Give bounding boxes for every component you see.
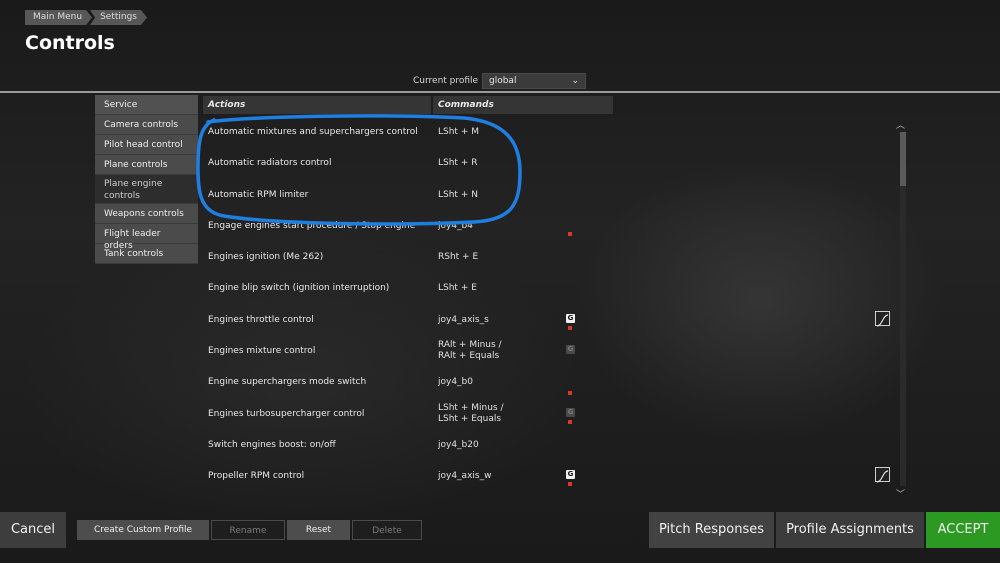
accept-button[interactable]: ACCEPT: [926, 512, 1000, 548]
cancel-button[interactable]: Cancel: [0, 512, 66, 548]
command-binding[interactable]: joy4_axis_w: [438, 471, 491, 482]
profile-select[interactable]: global ⌄: [482, 73, 586, 89]
command-binding[interactable]: joy4_b20: [438, 440, 479, 451]
breadcrumb: Main Menu Settings: [25, 10, 147, 25]
axis-settings-icon[interactable]: G: [566, 313, 575, 323]
command-binding[interactable]: LSht + R: [438, 158, 477, 169]
sidebar-item-service[interactable]: Service: [95, 95, 198, 115]
profile-value: global: [489, 76, 517, 86]
scrollbar-thumb[interactable]: [900, 132, 906, 186]
axis-settings-icon[interactable]: G: [566, 345, 575, 355]
table-row[interactable]: Switch engines boost: on/off joy4_b20: [203, 431, 893, 462]
command-binding[interactable]: RAlt + Minus / RAlt + Equals: [438, 340, 502, 362]
axis-settings-icon[interactable]: G: [566, 407, 575, 417]
modified-marker-icon: [568, 325, 572, 330]
table-row[interactable]: Engines ignition (Me 262) RSht + E: [203, 243, 893, 274]
delete-button[interactable]: Delete: [352, 520, 422, 540]
sidebar-item-plane-engine-controls[interactable]: Plane engine controls: [95, 175, 198, 204]
action-label: Engines ignition (Me 262): [208, 252, 324, 263]
command-line-1: RAlt + Minus /: [438, 340, 502, 351]
table-row[interactable]: Automatic RPM limiter LSht + N: [203, 181, 893, 212]
action-label: Automatic radiators control: [208, 158, 332, 169]
table-row[interactable]: Engines turbosupercharger control LSht +…: [203, 400, 893, 431]
command-line-2: RAlt + Equals: [438, 351, 500, 362]
command-binding[interactable]: joy4_b4: [438, 221, 473, 232]
table-row[interactable]: Engage engines start procedure / Stop en…: [203, 212, 893, 243]
controls-table: Automatic mixtures and superchargers con…: [203, 118, 893, 494]
action-label: Engines throttle control: [208, 314, 314, 325]
sidebar-item-pilot-head-control[interactable]: Pilot head control: [95, 135, 198, 155]
pitch-responses-button[interactable]: Pitch Responses: [649, 512, 774, 548]
command-line-2: LSht + Equals: [438, 413, 502, 424]
command-binding[interactable]: LSht + Minus / LSht + Equals: [438, 403, 503, 425]
chevron-down-icon: ⌄: [571, 76, 579, 86]
command-line-1: LSht + Minus /: [438, 402, 504, 413]
sidebar-item-plane-controls[interactable]: Plane controls: [95, 155, 198, 175]
profile-label: Current profile: [413, 76, 479, 86]
table-row[interactable]: Engine blip switch (ignition interruptio…: [203, 274, 893, 305]
modified-marker-icon: [568, 391, 572, 396]
axis-settings-icon[interactable]: G: [566, 470, 575, 480]
action-label: Switch engines boost: on/off: [208, 439, 336, 450]
create-custom-profile-button[interactable]: Create Custom Profile: [77, 520, 209, 540]
table-row[interactable]: Engines throttle control joy4_axis_s G: [203, 306, 893, 337]
modified-marker-icon: [568, 419, 572, 424]
breadcrumb-main-menu[interactable]: Main Menu: [25, 10, 92, 25]
table-row[interactable]: Engine superchargers mode switch joy4_b0: [203, 368, 893, 399]
scroll-up-arrow-icon[interactable]: ︿: [896, 118, 905, 131]
action-label: Engines turbosupercharger control: [208, 408, 365, 419]
modified-marker-icon: [568, 482, 572, 487]
action-label: Engine blip switch (ignition interruptio…: [208, 283, 390, 294]
table-row[interactable]: Propeller RPM control joy4_axis_w G: [203, 462, 893, 493]
profile-assignments-button[interactable]: Profile Assignments: [776, 512, 924, 548]
action-label: Engines mixture control: [208, 346, 316, 357]
command-binding[interactable]: RSht + E: [438, 252, 478, 263]
table-row[interactable]: Engines mixture control RAlt + Minus / R…: [203, 337, 893, 368]
table-row[interactable]: Automatic radiators control LSht + R: [203, 149, 893, 180]
reset-button[interactable]: Reset: [287, 520, 350, 540]
action-label: Propeller RPM control: [208, 471, 305, 482]
header-actions[interactable]: Actions: [203, 96, 431, 114]
command-binding[interactable]: joy4_b0: [438, 377, 473, 388]
sidebar-item-flight-leader-orders[interactable]: Flight leader orders: [95, 224, 198, 251]
table-row[interactable]: Automatic mixtures and superchargers con…: [203, 118, 893, 149]
header-commands[interactable]: Commands: [433, 96, 613, 114]
action-label: Automatic mixtures and superchargers con…: [208, 127, 418, 137]
command-binding[interactable]: LSht + E: [438, 283, 477, 294]
command-binding[interactable]: joy4_axis_s: [438, 315, 489, 326]
command-binding[interactable]: LSht + N: [438, 190, 478, 201]
sidebar: Service Camera controls Pilot head contr…: [95, 95, 198, 264]
action-label: Engage engines start procedure / Stop en…: [208, 220, 416, 231]
modified-marker-icon: [568, 231, 572, 236]
header-divider: [0, 91, 1000, 93]
table-header: Actions Commands: [203, 96, 915, 114]
page-title: Controls: [25, 32, 115, 54]
action-label: Engine superchargers mode switch: [208, 377, 367, 388]
response-curve-icon[interactable]: [875, 310, 890, 327]
sidebar-item-camera-controls[interactable]: Camera controls: [95, 115, 198, 135]
scroll-down-arrow-icon[interactable]: ﹀: [896, 487, 905, 500]
response-curve-icon[interactable]: [875, 467, 890, 483]
sidebar-item-weapons-controls[interactable]: Weapons controls: [95, 204, 198, 224]
command-binding[interactable]: LSht + M: [438, 127, 479, 138]
action-label: Automatic RPM limiter: [208, 189, 309, 200]
breadcrumb-settings[interactable]: Settings: [90, 10, 147, 25]
rename-button[interactable]: Rename: [211, 520, 285, 540]
